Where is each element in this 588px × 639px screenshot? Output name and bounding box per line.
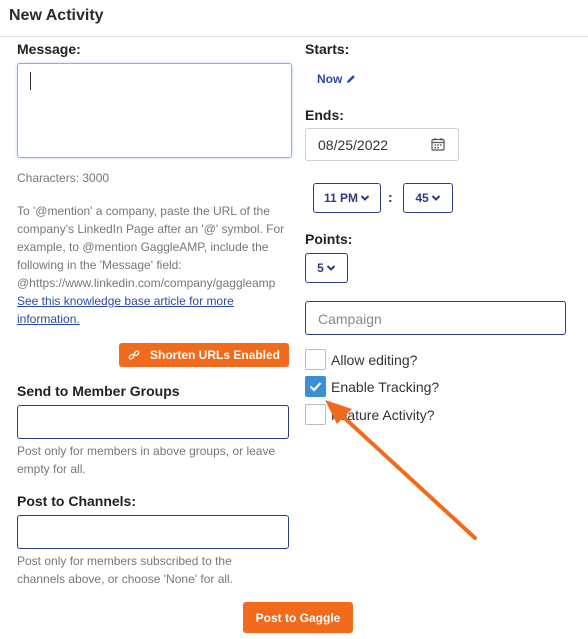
minute-select[interactable]: 45 xyxy=(403,183,453,213)
help-line: @https://www.linkedin.com/company/gaggle… xyxy=(17,276,276,290)
feature-activity-checkbox[interactable] xyxy=(305,404,326,425)
enable-tracking-option[interactable]: Enable Tracking? xyxy=(305,376,439,397)
hour-value: 11 PM xyxy=(323,191,359,205)
enable-tracking-label: Enable Tracking? xyxy=(331,378,440,395)
character-count: Characters: 3000 xyxy=(17,171,110,185)
allow-editing-checkbox[interactable] xyxy=(305,349,326,370)
help-line: empty for all. xyxy=(17,462,86,476)
post-to-gaggle-button[interactable]: Post to Gaggle xyxy=(243,602,353,633)
channels-label: Post to Channels: xyxy=(17,493,137,509)
help-line: Post only for members subscribed to the xyxy=(17,554,232,568)
help-line: channels above, or choose 'None' for all… xyxy=(17,572,234,586)
shorten-urls-button[interactable]: Shorten URLs Enabled xyxy=(119,343,289,367)
help-line: company's LinkedIn Page after an '@' sym… xyxy=(17,222,285,236)
help-line: example, to @mention GaggleAMP, include … xyxy=(17,240,269,254)
end-date-input[interactable]: 08/25/2022 xyxy=(305,128,459,161)
help-line: following in the 'Message' field: xyxy=(17,258,182,272)
member-groups-help: Post only for members in above groups, o… xyxy=(17,442,275,478)
kb-article-link[interactable]: See this knowledge base article for more… xyxy=(17,294,234,326)
starts-label: Starts: xyxy=(305,41,350,57)
channels-help: Post only for members subscribed to the … xyxy=(17,552,233,588)
help-line: To '@mention' a company, paste the URL o… xyxy=(17,204,270,218)
starts-value: Now xyxy=(317,72,343,86)
points-label: Points: xyxy=(305,231,353,247)
chevron-down-icon xyxy=(431,195,440,201)
hour-select[interactable]: 11 PM xyxy=(313,183,381,213)
kb-link-line: See this knowledge base article for more xyxy=(17,294,234,308)
channels-input[interactable] xyxy=(17,515,289,549)
campaign-input[interactable]: Campaign xyxy=(305,301,566,335)
shorten-urls-label: Shorten URLs Enabled xyxy=(149,348,280,362)
chevron-down-icon xyxy=(326,265,336,271)
points-select[interactable]: 5 xyxy=(305,253,348,283)
end-date-value: 08/25/2022 xyxy=(318,137,389,153)
enable-tracking-checkbox[interactable] xyxy=(305,376,326,397)
starts-now-link[interactable]: Now xyxy=(317,72,356,86)
kb-link-line: information. xyxy=(17,312,80,326)
help-line: Post only for members in above groups, o… xyxy=(17,444,276,458)
feature-activity-label: Feature Activity? xyxy=(331,406,435,423)
mention-help-text: To '@mention' a company, paste the URL o… xyxy=(17,202,297,328)
message-textarea[interactable] xyxy=(17,63,292,158)
text-caret xyxy=(30,72,31,90)
member-groups-input[interactable] xyxy=(17,405,289,439)
feature-activity-option[interactable]: Feature Activity? xyxy=(305,404,435,425)
ends-label: Ends: xyxy=(305,107,344,123)
checkmark-icon xyxy=(309,382,322,392)
message-label: Message: xyxy=(17,41,81,57)
link-icon xyxy=(128,350,140,360)
header: New Activity xyxy=(0,0,588,37)
chevron-down-icon xyxy=(360,195,370,201)
allow-editing-option[interactable]: Allow editing? xyxy=(305,349,417,370)
page-title: New Activity xyxy=(9,7,104,24)
pencil-icon xyxy=(347,75,356,83)
minute-value: 45 xyxy=(415,191,429,205)
allow-editing-label: Allow editing? xyxy=(331,351,418,368)
time-separator: : xyxy=(388,189,393,205)
points-value: 5 xyxy=(317,261,324,275)
calendar-icon[interactable] xyxy=(431,137,445,151)
member-groups-label: Send to Member Groups xyxy=(17,383,180,399)
